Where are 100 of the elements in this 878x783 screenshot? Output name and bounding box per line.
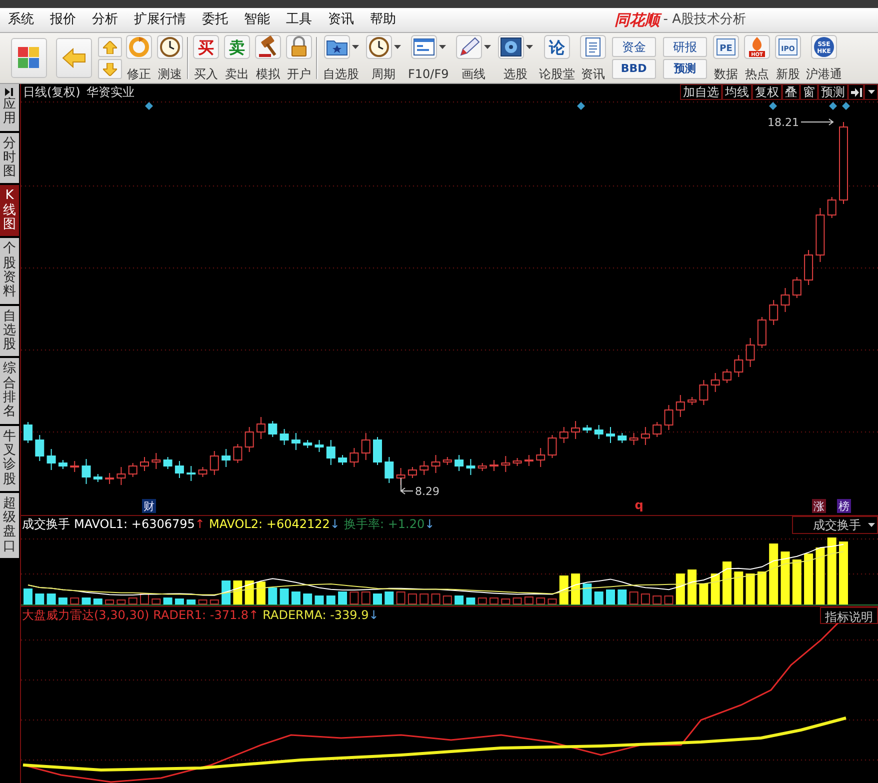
sidebar-tab[interactable]: 自选股 [0,306,19,356]
toolbar-button[interactable]: 买 买入 [192,35,220,81]
menu-item[interactable]: 帮助 [362,10,404,30]
volume-bar [512,598,522,604]
volume-bar [559,576,568,604]
candlestick [70,460,80,472]
volume-bar [233,580,242,604]
menu-item[interactable]: 智能 [236,10,278,30]
candlestick [314,440,324,452]
sidebar-tab[interactable]: 牛叉诊股 [0,426,19,491]
sidebar-tab[interactable]: 分时图 [0,132,19,184]
toolbar-button[interactable]: PE 数据 [712,35,740,81]
sidebar-tab[interactable]: 超级盘口 [0,492,19,558]
caret-icon [352,45,358,49]
toolbar-dropdown[interactable]: 画线 [454,35,493,81]
candlestick [326,440,336,466]
candlestick [256,416,266,440]
up-arrow-icon [103,40,117,54]
chart-toolbar-button[interactable]: 复权 [752,84,782,100]
candlestick [244,426,254,452]
candlestick [105,472,114,484]
up-button[interactable] [98,37,122,57]
candlestick [58,460,68,470]
price-label: 18.21 [768,116,799,129]
toolbar-button[interactable]: 研报 [662,37,707,57]
chart-toolbar-button[interactable]: 叠 [782,84,800,100]
toolbar-button[interactable]: 预测 [662,59,707,79]
candlestick [664,404,674,430]
toolbar-button[interactable]: 资金 [612,37,656,57]
menu-item[interactable]: 工具 [278,10,320,30]
toolbar-button[interactable]: 测速 [156,35,184,81]
chart-toolbar-button[interactable]: 均线 [722,84,752,100]
chart-toolbar-button[interactable]: 加自选 [680,84,722,100]
menu-item[interactable]: 资讯 [320,10,362,30]
down-button[interactable] [98,59,122,79]
volume-bar [536,598,546,604]
pin-button[interactable] [848,84,864,100]
indicator-dropdown[interactable]: 成交换手 [792,516,878,534]
candlestick [606,426,615,444]
sidebar-tab[interactable]: K线图 [0,185,19,236]
volume-bar [780,552,790,604]
candlestick [46,448,56,470]
toolbar-dropdown[interactable]: 选股 [496,35,535,81]
volume-bar [361,592,370,604]
candlestick [24,422,32,444]
menu-item[interactable]: 扩展行情 [126,10,194,30]
volume-bar [116,600,126,604]
window-title: - A股技术分析 [663,11,746,30]
volume-bar [466,598,476,604]
sidebar-tab[interactable]: 应用 [0,84,19,131]
legend-text: 换手率: +1.20 [344,516,425,533]
marker-tag: 财 [142,499,156,513]
volume-bar [222,580,231,604]
chart-toolbar-button[interactable]: 窗 [800,84,818,100]
sidebar-tab[interactable]: 综合排名 [0,358,19,424]
more-button[interactable] [864,84,878,100]
volume-bar [839,542,848,604]
volume-bar [431,594,440,604]
sidebar-tab[interactable]: 个股资料 [0,238,19,304]
toolbar-dropdown[interactable]: 自选股 [321,35,361,81]
volume-bar [652,596,662,604]
menu-item[interactable]: 分析 [84,10,126,30]
toolbar-button[interactable]: 卖 卖出 [223,35,251,81]
toolbar-button[interactable]: 修正 [125,35,153,81]
volume-bar [82,598,91,604]
toolbar-button[interactable]: 资讯 [578,35,607,81]
toolbar-dropdown[interactable]: F10/F9 [406,35,451,81]
menu-item[interactable]: 委托 [194,10,236,30]
volume-bar [186,600,196,604]
volume-bar [373,594,382,604]
candlestick [780,288,790,312]
down-arrow-icon [103,62,117,76]
menu-item[interactable]: 报价 [42,10,84,30]
candlestick [559,426,568,444]
candlestick [501,456,510,472]
candlestick [35,434,44,462]
toolbar-button[interactable]: 模拟 [254,35,282,81]
diamond-marker [577,102,585,110]
arrow-icon [400,478,414,494]
radar-screen-icon [498,35,524,59]
candlestick [431,454,440,474]
indicator-help-button[interactable]: 指标说明 [820,606,878,624]
toolbar-dropdown[interactable]: 周期 [364,35,403,81]
volume-bar [256,582,266,604]
gavel-icon [255,35,281,59]
volume-bar [688,570,697,604]
candlestick [769,300,778,326]
tiles-icon [18,47,40,69]
toolbar-button[interactable]: BBD [612,59,656,79]
volume-bar [291,592,300,604]
legend-text: MAVOL2: +6042122 [208,516,330,533]
volume-bar [734,572,744,604]
toolbar-button[interactable]: 开户 [285,35,313,81]
chart-toolbar-button[interactable]: 预测 [818,84,848,100]
menu-item[interactable]: 系统 [0,10,42,30]
candlestick [816,208,825,262]
toolbar-button[interactable]: 论 论股堂 [538,35,576,81]
padlock-icon [286,35,312,59]
candlestick [280,428,289,446]
legend-text: 成交换手 [22,516,70,533]
